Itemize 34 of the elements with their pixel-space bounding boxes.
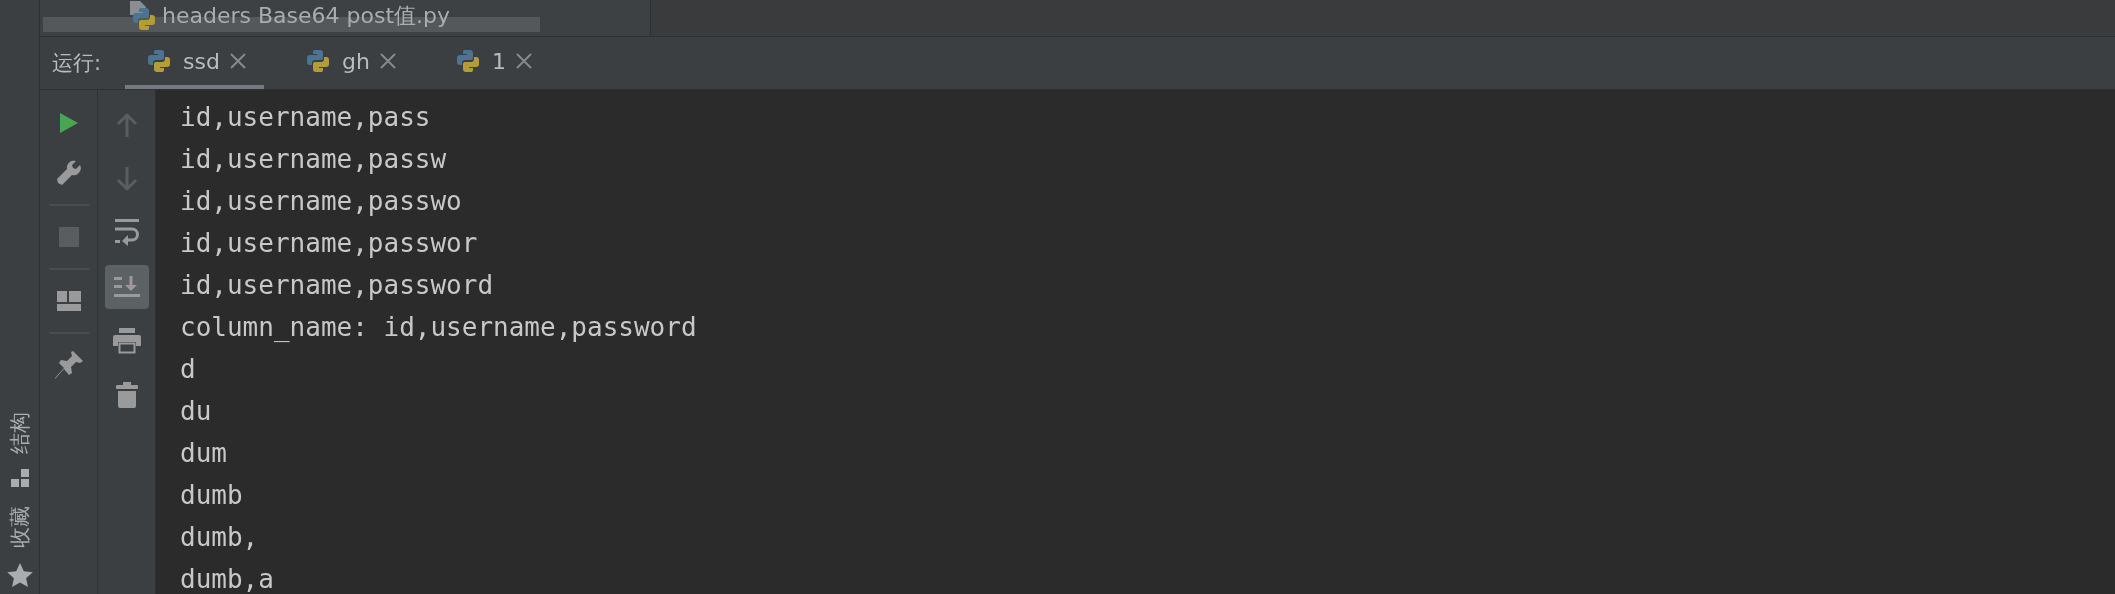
console-line: id,username,passwo — [180, 186, 462, 216]
pin-icon[interactable] — [53, 350, 84, 380]
console-line: id,username,password — [180, 270, 494, 300]
trash-icon[interactable] — [115, 382, 138, 408]
run-label: 运行: — [51, 50, 103, 77]
console-line: id,username,passwor — [180, 228, 478, 258]
console-line: d — [180, 354, 196, 384]
console-line: column_name: id,username,password — [180, 312, 697, 342]
printer-icon[interactable] — [112, 328, 141, 354]
close-icon[interactable] — [515, 53, 532, 69]
layout-icon[interactable] — [56, 291, 81, 311]
structure-icon[interactable] — [10, 469, 29, 487]
python-icon — [305, 48, 332, 74]
console-line: dumb — [180, 480, 243, 510]
close-icon[interactable] — [379, 53, 396, 69]
console-line: dumb, — [180, 522, 259, 552]
wrench-icon[interactable] — [55, 160, 82, 186]
run-tab[interactable]: 1 — [433, 37, 550, 89]
close-icon[interactable] — [229, 53, 246, 69]
console-line: dum — [180, 438, 227, 468]
star-icon[interactable] — [6, 563, 33, 588]
console-line: id,username,pass — [180, 102, 431, 132]
side-tab-label[interactable]: 结构 — [9, 411, 30, 453]
run-tab[interactable]: gh — [283, 37, 414, 89]
python-file-icon — [130, 1, 156, 31]
soft-wrap-icon[interactable] — [114, 219, 139, 247]
python-icon — [455, 48, 482, 74]
run-icon[interactable] — [58, 112, 79, 134]
toolbar-button[interactable] — [104, 265, 149, 309]
console-line: dumb,a — [180, 564, 274, 594]
side-tab-label[interactable]: 收藏 — [9, 505, 30, 547]
console-line: du — [180, 396, 212, 426]
console-line: id,username,passw — [180, 144, 447, 174]
scroll-to-end-icon[interactable] — [113, 276, 140, 298]
